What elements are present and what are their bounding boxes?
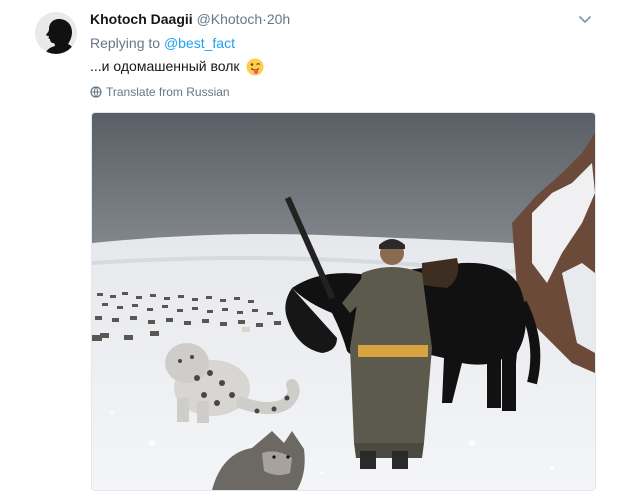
photo-snow-scene: [92, 113, 595, 490]
avatar-silhouette-icon: [35, 12, 77, 54]
tweet-menu-button[interactable]: [577, 11, 593, 27]
translate-link[interactable]: Translate from Russian: [90, 85, 230, 99]
tweet-text-body: ...и одомашенный волк: [90, 58, 240, 74]
translate-label: Translate from Russian: [106, 85, 230, 99]
globe-icon: [90, 86, 102, 98]
author-name[interactable]: Khotoch Daagii: [90, 11, 193, 27]
tweet-photo[interactable]: [91, 112, 596, 491]
chevron-down-icon: [579, 16, 591, 23]
replying-prefix: Replying to: [90, 35, 161, 51]
tweet-text: ...и одомашенный волк: [90, 58, 264, 76]
replying-handle-link[interactable]: @best_fact: [164, 35, 235, 51]
tweet-header: Khotoch Daagii @Khotoch·20h: [90, 11, 290, 27]
winking-tongue-face-icon: [246, 58, 264, 76]
author-handle[interactable]: @Khotoch: [197, 11, 263, 27]
timestamp[interactable]: 20h: [267, 11, 290, 27]
replying-to: Replying to @best_fact: [90, 35, 235, 51]
avatar[interactable]: [35, 12, 77, 54]
